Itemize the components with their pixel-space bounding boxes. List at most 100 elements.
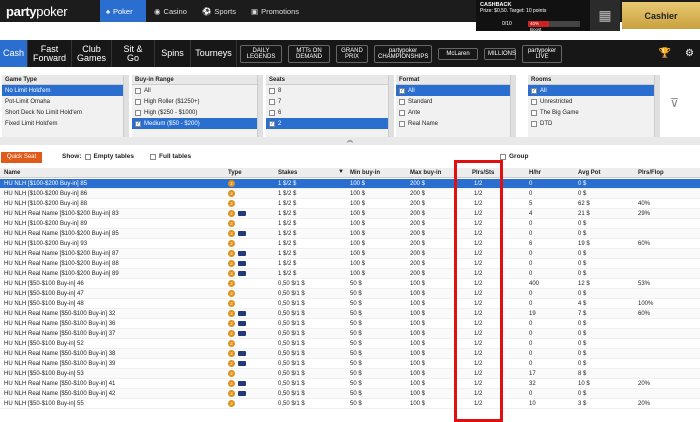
checkbox[interactable] (135, 109, 141, 116)
checkbox[interactable] (531, 120, 537, 127)
scrollbar[interactable] (388, 75, 394, 137)
table-row[interactable]: HU NLH Real Name [$100-$200 Buy-in] 89 1 … (0, 269, 700, 279)
nav-cash[interactable]: Cash (0, 40, 28, 67)
filter-option[interactable]: No Limit Hold'em (2, 85, 129, 96)
filter-option[interactable]: High Roller ($1250+) (132, 96, 263, 107)
table-row[interactable]: HU NLH Real Name [$100-$200 Buy-in] 87 1 … (0, 249, 700, 259)
full-tables-option[interactable]: Full tables (150, 153, 191, 160)
filter-funnel-icon[interactable]: ⊽ (670, 96, 679, 110)
filter-option[interactable]: 8 (266, 85, 394, 96)
col-hands-per-hour[interactable]: H/hr (529, 170, 541, 176)
table-row[interactable]: HU NLH Real Name [$100-$200 Buy-in] 83 1 … (0, 209, 700, 219)
promo-daily-legends[interactable]: DAILY LEGENDS (240, 44, 282, 63)
table-row[interactable]: HU NLH [$50-$100 Buy-in] 53 0,50 $/1 $ 50 … (0, 369, 700, 379)
col-min-buy-in[interactable]: Min buy-in (350, 170, 380, 176)
filter-option[interactable]: All (132, 85, 263, 96)
scrollbar[interactable] (123, 75, 129, 137)
promo-partypoker-live[interactable]: partypoker LIVE (522, 44, 562, 63)
checkbox-checked[interactable]: ✓ (531, 87, 537, 94)
filter-option[interactable]: Ante (396, 107, 516, 118)
filter-option[interactable]: High ($250 - $1000) (132, 107, 263, 118)
checkbox[interactable] (531, 98, 537, 105)
filter-option[interactable]: Real Name (396, 118, 516, 129)
table-row[interactable]: HU NLH Real Name [$50-$100 Buy-in] 37 0,5… (0, 329, 700, 339)
col-avg-pot[interactable]: Avg Pot (578, 170, 600, 176)
nav-sit-and-go[interactable]: Sit & Go (112, 40, 155, 67)
nav-tourneys[interactable]: Tourneys (191, 40, 237, 67)
gear-icon[interactable]: ⚙ (685, 48, 694, 59)
top-tab-promotions[interactable]: ▣ Promotions (245, 0, 305, 22)
top-tab-casino[interactable]: ◉ Casino (148, 0, 196, 22)
filter-option[interactable]: ✓ All (396, 85, 516, 96)
table-row[interactable]: HU NLH [$100-$200 Buy-in] 89 1 $/2 $ 100 $… (0, 219, 700, 229)
col-max-buy-in[interactable]: Max buy-in (410, 170, 441, 176)
checkbox[interactable] (269, 98, 275, 105)
cashier-button[interactable]: Cashier (622, 2, 700, 29)
checkbox[interactable] (269, 109, 275, 116)
cashback-widget[interactable]: CASHBACK Prize: $0,50. Target: 10 points… (476, 0, 591, 32)
col-name[interactable]: Name (4, 170, 20, 176)
filter-option[interactable]: Short Deck No Limit Hold'em (2, 107, 129, 118)
top-tab-poker[interactable]: ♠ Poker (100, 0, 146, 22)
table-row[interactable]: HU NLH [$50-$100 Buy-in] 55 0,50 $/1 $ 50 … (0, 399, 700, 409)
table-row[interactable]: HU NLH [$100-$200 Buy-in] 85 1 $/2 $ 100 $… (0, 179, 700, 189)
table-row[interactable]: HU NLH [$50-$100 Buy-in] 47 0,50 $/1 $ 50 … (0, 289, 700, 299)
col-stakes[interactable]: Stakes (278, 170, 297, 176)
checkbox[interactable] (399, 98, 405, 105)
checkbox[interactable] (135, 98, 141, 105)
filter-option[interactable]: 7 (266, 96, 394, 107)
filter-option[interactable]: Unrestricted (528, 96, 660, 107)
checkbox-checked[interactable]: ✓ (135, 120, 141, 127)
filter-option[interactable]: The Big Game (528, 107, 660, 118)
table-row[interactable]: HU NLH [$100-$200 Buy-in] 86 1 $/2 $ 100 $… (0, 189, 700, 199)
filter-option[interactable]: Pot-Limit Omaha (2, 96, 129, 107)
table-row[interactable]: HU NLH [$50-$100 Buy-in] 52 0,50 $/1 $ 50 … (0, 339, 700, 349)
promo-grand-prix[interactable]: GRAND PRIX (336, 44, 368, 63)
filter-option[interactable]: Standard (396, 96, 516, 107)
checkbox[interactable] (135, 87, 141, 94)
table-row[interactable]: HU NLH Real Name [$100-$200 Buy-in] 88 1 … (0, 259, 700, 269)
scrollbar[interactable] (510, 75, 516, 137)
table-row[interactable]: HU NLH Real Name [$50-$100 Buy-in] 39 0,5… (0, 359, 700, 369)
group-option[interactable]: Group (500, 153, 529, 160)
col-players-flop[interactable]: Plrs/Flop (638, 170, 664, 176)
brand-logo[interactable]: partypoker (6, 4, 68, 19)
scrollbar[interactable] (654, 75, 660, 137)
top-tab-sports[interactable]: ⚽ Sports (196, 0, 242, 22)
table-row[interactable]: HU NLH Real Name [$50-$100 Buy-in] 32 0,5… (0, 309, 700, 319)
filter-option[interactable]: ✓ Medium ($50 - $200) (132, 118, 263, 129)
table-row[interactable]: HU NLH [$100-$200 Buy-in] 88 1 $/2 $ 100 $… (0, 199, 700, 209)
checkbox-checked[interactable]: ✓ (269, 120, 275, 127)
filter-option[interactable]: Fixed Limit Hold'em (2, 118, 129, 129)
table-row[interactable]: HU NLH Real Name [$50-$100 Buy-in] 36 0,5… (0, 319, 700, 329)
table-row[interactable]: HU NLH [$100-$200 Buy-in] 93 1 $/2 $ 100 $… (0, 239, 700, 249)
table-row[interactable]: HU NLH Real Name [$50-$100 Buy-in] 38 0,5… (0, 349, 700, 359)
table-row[interactable]: HU NLH [$50-$100 Buy-in] 48 0,50 $/1 $ 50 … (0, 299, 700, 309)
table-row[interactable]: HU NLH Real Name [$100-$200 Buy-in] 85 1 … (0, 229, 700, 239)
group-checkbox[interactable] (500, 153, 506, 160)
quick-seat-button[interactable]: Quick Seat (1, 152, 42, 163)
table-row[interactable]: HU NLH [$50-$100 Buy-in] 46 0,50 $/1 $ 50 … (0, 279, 700, 289)
checkbox[interactable] (531, 109, 537, 116)
checkbox[interactable] (399, 109, 405, 116)
safe-icon[interactable]: ▦ (590, 0, 620, 31)
col-type[interactable]: Type (228, 170, 242, 176)
empty-tables-checkbox[interactable] (84, 153, 91, 160)
filter-option[interactable]: ✓ 2 (266, 118, 394, 129)
nav-club-games[interactable]: Club Games (72, 40, 112, 67)
promo-mtts-on-demand[interactable]: MTTs ON DEMAND (288, 44, 330, 63)
checkbox[interactable] (269, 87, 275, 94)
checkbox-checked[interactable]: ✓ (399, 87, 405, 94)
collapse-filters-button[interactable]: ︽ (0, 137, 700, 145)
promo-championships[interactable]: partypoker CHAMPIONSHIPS (374, 44, 432, 63)
scrollbar[interactable] (257, 75, 263, 137)
full-tables-checkbox[interactable] (150, 153, 156, 160)
table-row[interactable]: HU NLH Real Name [$50-$100 Buy-in] 42 0,5… (0, 389, 700, 399)
promo-millions[interactable]: MILLIONS (484, 47, 516, 60)
table-row[interactable]: HU NLH Real Name [$50-$100 Buy-in] 41 0,5… (0, 379, 700, 389)
trophy-icon[interactable]: 🏆 (659, 48, 671, 59)
nav-fast-forward[interactable]: Fast Forward (28, 40, 72, 67)
promo-mclaren[interactable]: McLaren (438, 47, 478, 60)
filter-option[interactable]: ✓ All (528, 85, 660, 96)
checkbox[interactable] (399, 120, 405, 127)
